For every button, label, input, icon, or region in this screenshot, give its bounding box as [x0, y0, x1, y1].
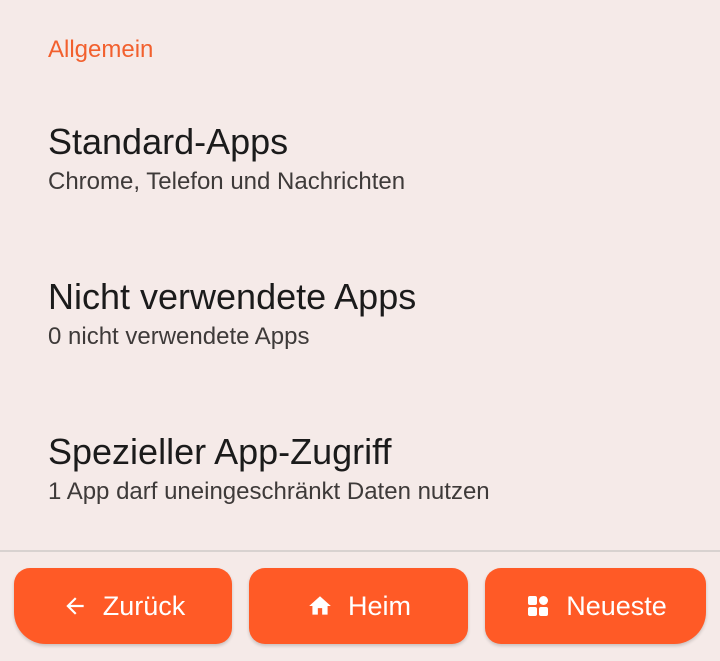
settings-list: Allgemein Standard-Apps Chrome, Telefon …: [0, 0, 720, 550]
arrow-left-icon: [61, 592, 89, 620]
recent-apps-button[interactable]: Neueste: [485, 568, 706, 644]
recent-apps-button-label: Neueste: [566, 590, 667, 621]
settings-screen: Allgemein Standard-Apps Chrome, Telefon …: [0, 0, 720, 661]
setting-item-title: Standard-Apps: [48, 121, 289, 162]
setting-item-unused-apps[interactable]: Nicht verwendete Apps 0 nicht verwendete…: [0, 275, 720, 425]
back-button[interactable]: Zurück: [14, 568, 232, 644]
home-icon: [306, 592, 334, 620]
setting-item-title: Spezieller App-Zugriff: [48, 431, 392, 472]
setting-item-subtitle: 1 App darf uneingeschränkt Daten nutzen: [48, 478, 490, 505]
navigation-bar: Zurück Heim Neueste: [0, 552, 720, 661]
home-button-label: Heim: [347, 590, 411, 621]
setting-item-subtitle: 0 nicht verwendete Apps: [48, 323, 310, 350]
section-header-general: Allgemein: [48, 36, 154, 63]
home-button[interactable]: Heim: [249, 568, 468, 644]
setting-item-default-apps[interactable]: Standard-Apps Chrome, Telefon und Nachri…: [0, 120, 720, 270]
back-button-label: Zurück: [102, 590, 186, 621]
setting-item-subtitle: Chrome, Telefon und Nachrichten: [48, 168, 406, 195]
apps-grid-icon: [524, 592, 552, 620]
setting-item-title: Nicht verwendete Apps: [48, 276, 417, 317]
